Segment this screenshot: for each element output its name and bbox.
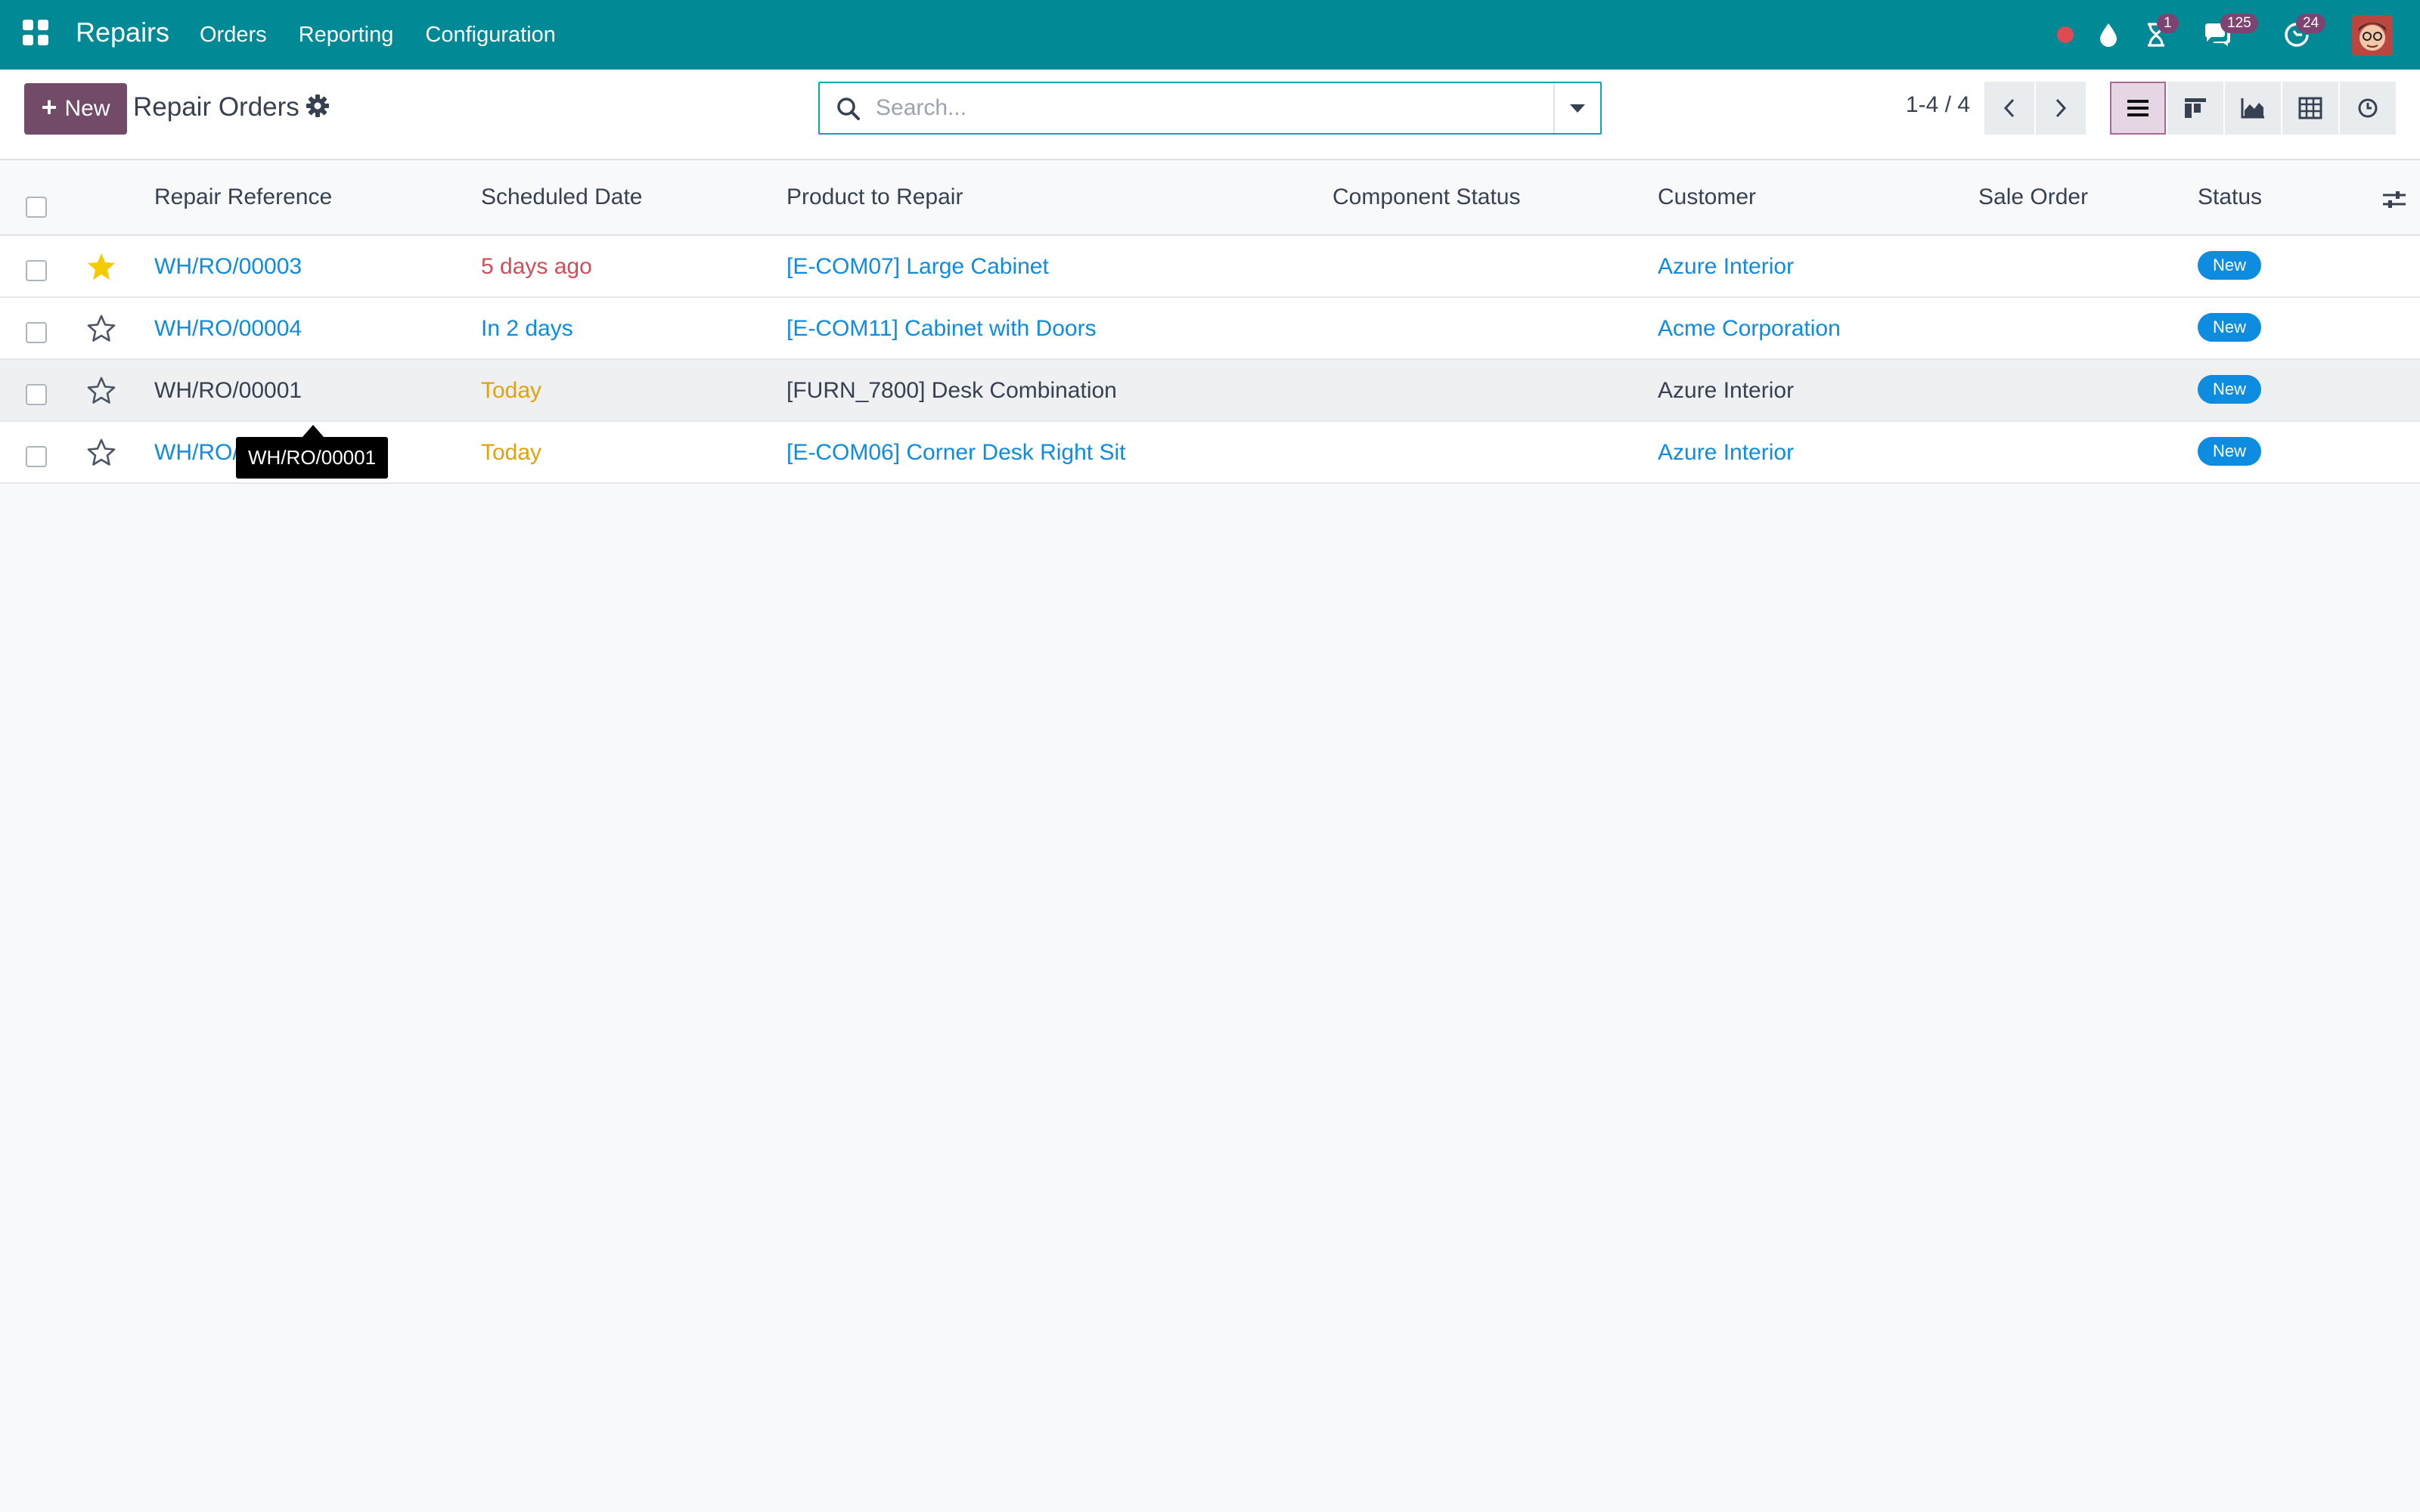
star-outline-icon[interactable] [86,437,116,467]
activity-count-badge: 1 [2157,14,2179,33]
activity-view-icon [2358,98,2378,118]
menu-configuration[interactable]: Configuration [425,23,556,48]
activity-hourglass-icon[interactable] [2145,0,2167,70]
new-button[interactable]: + New [24,83,127,135]
star-filled-icon[interactable] [86,251,116,281]
graph-view-icon [2241,98,2264,119]
reference-tooltip: WH/RO/00001 [236,437,389,479]
scheduled-date: Today [481,440,542,465]
list-view-button[interactable] [2110,82,2166,135]
page-title[interactable]: Repair Orders [133,92,299,122]
pivot-view-button[interactable] [2282,82,2338,135]
repair-reference[interactable]: WH/RO/00001 [154,378,302,404]
drop-icon[interactable] [2098,0,2119,70]
pager-previous-button[interactable] [1984,82,2034,135]
product-to-repair[interactable]: [E-COM06] Corner Desk Right Sit [786,440,1125,466]
scheduled-date: Today [481,378,542,403]
gear-icon[interactable] [306,94,330,118]
product-to-repair[interactable]: [FURN_7800] Desk Combination [786,378,1117,404]
plus-icon: + [41,91,57,122]
app-menu-icon[interactable] [23,20,48,45]
table-row[interactable]: WH/RO/00003 5 days ago [E-COM07] Large C… [0,236,2420,298]
caret-down-icon [1570,104,1585,113]
optional-columns-icon[interactable] [2381,187,2408,212]
table-header: Repair Reference Scheduled Date Product … [0,160,2420,236]
messages-count-badge: 125 [2220,14,2258,33]
repair-reference[interactable]: WH/RO/00003 [154,254,302,280]
updates-icon[interactable] [2282,0,2311,70]
row-checkbox[interactable] [26,322,47,343]
main-menu: Orders Reporting Configuration [200,0,588,70]
kanban-view-icon [2185,98,2206,118]
column-status[interactable]: Status [2198,184,2262,210]
product-to-repair[interactable]: [E-COM07] Large Cabinet [786,254,1049,280]
updates-count-badge: 24 [2296,14,2326,33]
search-icon [835,95,862,122]
column-product-to-repair[interactable]: Product to Repair [786,184,963,210]
repair-orders-table: Repair Reference Scheduled Date Product … [0,160,2420,484]
column-customer[interactable]: Customer [1658,184,1756,210]
pager-value[interactable]: 1-4 / 4 [1906,92,1970,118]
menu-reporting[interactable]: Reporting [299,23,394,48]
scheduled-date: In 2 days [481,316,573,341]
column-repair-reference[interactable]: Repair Reference [154,184,332,210]
new-button-label: New [64,96,110,121]
column-sale-order[interactable]: Sale Order [1978,184,2088,210]
user-avatar[interactable] [2352,15,2393,56]
row-checkbox[interactable] [26,446,47,467]
search-bar [818,82,1602,135]
list-view-icon [2127,100,2149,116]
search-input[interactable] [876,85,1526,132]
status-badge: New [2198,313,2262,342]
scheduled-date: 5 days ago [481,254,592,279]
kanban-view-button[interactable] [2167,82,2223,135]
star-outline-icon[interactable] [86,313,116,343]
pager-next-button[interactable] [2036,82,2086,135]
record-indicator-icon[interactable] [2057,0,2074,70]
graph-view-button[interactable] [2225,82,2281,135]
star-outline-icon[interactable] [86,375,116,405]
activity-view-button[interactable] [2340,82,2396,135]
control-panel: + New Repair Orders 1-4 [0,70,2420,160]
app-brand[interactable]: Repairs [76,17,169,48]
customer[interactable]: Azure Interior [1658,440,1794,466]
status-badge: New [2198,375,2262,404]
row-checkbox[interactable] [26,260,47,281]
tooltip-arrow [302,425,324,437]
messages-icon[interactable] [2202,0,2232,70]
status-badge: New [2198,437,2262,466]
customer[interactable]: Acme Corporation [1658,316,1841,342]
repair-reference[interactable]: WH/RO/00004 [154,316,302,342]
table-row[interactable]: WH/RO/00001 Today [FURN_7800] Desk Combi… [0,360,2420,422]
pivot-view-icon [2298,97,2322,119]
menu-orders[interactable]: Orders [200,23,267,48]
column-scheduled-date[interactable]: Scheduled Date [481,184,643,210]
column-component-status[interactable]: Component Status [1333,184,1520,210]
customer[interactable]: Azure Interior [1658,254,1794,280]
table-row[interactable]: WH/RO/00004 In 2 days [E-COM11] Cabinet … [0,298,2420,360]
customer[interactable]: Azure Interior [1658,378,1794,404]
product-to-repair[interactable]: [E-COM11] Cabinet with Doors [786,316,1097,342]
select-all-checkbox[interactable] [26,197,47,218]
search-options-toggle[interactable] [1553,83,1600,133]
row-checkbox[interactable] [26,384,47,405]
status-badge: New [2198,251,2262,280]
